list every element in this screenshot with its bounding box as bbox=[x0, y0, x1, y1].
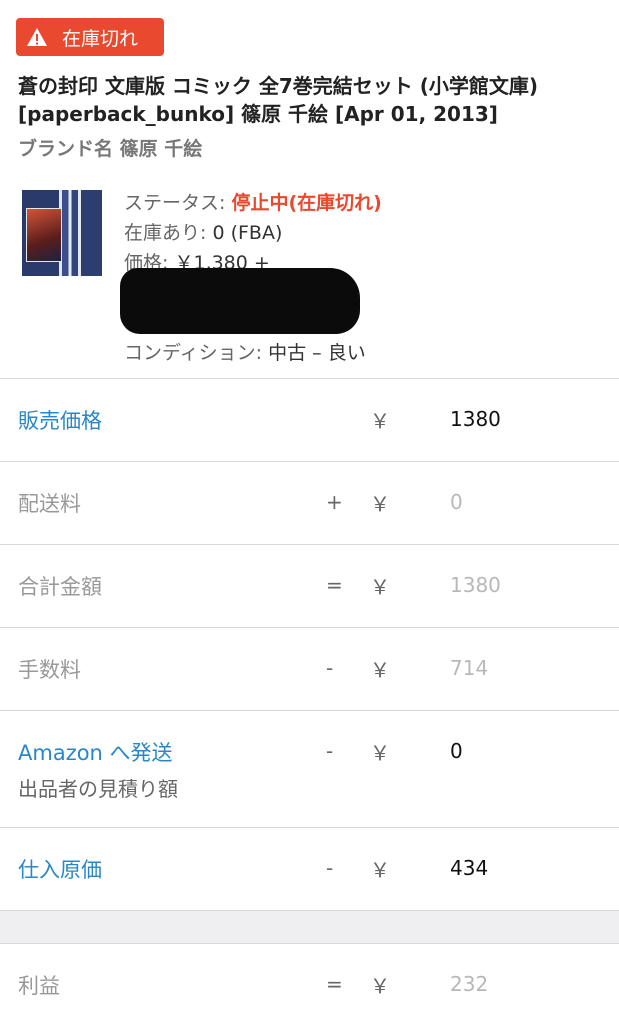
operator: = bbox=[326, 573, 343, 597]
stock-line: 在庫あり: 0 (FBA) bbox=[124, 218, 382, 248]
yen-sign: ￥ bbox=[370, 575, 390, 599]
profit-amount: 232 bbox=[450, 972, 489, 996]
yen-sign: ￥ bbox=[370, 974, 390, 998]
sale-price-amount[interactable]: 1380 bbox=[450, 407, 501, 431]
stock-value: 0 (FBA) bbox=[212, 222, 283, 244]
operator: - bbox=[326, 656, 334, 680]
row-sale-price[interactable]: 販売価格 ￥ 1380 bbox=[0, 378, 619, 461]
operator: - bbox=[326, 739, 334, 763]
condition-line: コンディション: 中古 – 良い bbox=[124, 338, 382, 368]
operator: - bbox=[326, 856, 334, 880]
yen-sign: ￥ bbox=[370, 409, 390, 433]
row-profit: 利益 = ￥ 232 bbox=[0, 943, 619, 1026]
fees-amount: 714 bbox=[450, 656, 489, 680]
yen-sign: ￥ bbox=[370, 858, 390, 882]
stock-label: 在庫あり: bbox=[124, 222, 213, 244]
product-title: 蒼の封印 文庫版 コミック 全7巻完結セット (小学館文庫) [paperbac… bbox=[18, 74, 539, 126]
operator: + bbox=[326, 490, 343, 514]
redaction-mark bbox=[120, 268, 360, 334]
status-badge: 在庫切れ bbox=[16, 18, 164, 56]
row-fees: 手数料 - ￥ 714 bbox=[0, 627, 619, 710]
profit-label: 利益 bbox=[18, 974, 60, 998]
cost-amount[interactable]: 434 bbox=[450, 856, 488, 880]
row-cost[interactable]: 仕入原価 - ￥ 434 bbox=[0, 827, 619, 910]
sale-price-label[interactable]: 販売価格 bbox=[18, 405, 102, 435]
status-label: ステータス: bbox=[124, 192, 232, 214]
product-brand: ブランド名 篠原 千絵 bbox=[18, 138, 203, 160]
section-divider bbox=[0, 910, 619, 943]
yen-sign: ￥ bbox=[370, 741, 390, 765]
operator: = bbox=[326, 972, 343, 996]
total-amount: 1380 bbox=[450, 573, 501, 597]
row-total: 合計金額 = ￥ 1380 bbox=[0, 544, 619, 627]
row-shipping[interactable]: 配送料 + ￥ 0 bbox=[0, 461, 619, 544]
product-thumbnail[interactable] bbox=[22, 190, 102, 276]
seller-estimate-label: 出品者の見積り額 bbox=[18, 777, 178, 801]
yen-sign: ￥ bbox=[370, 658, 390, 682]
ship-to-amazon-amount[interactable]: 0 bbox=[450, 739, 463, 763]
status-line: ステータス: 停止中(在庫切れ) bbox=[124, 188, 382, 218]
shipping-label: 配送料 bbox=[18, 492, 81, 516]
status-value: 停止中(在庫切れ) bbox=[231, 192, 382, 214]
fees-label: 手数料 bbox=[18, 658, 81, 682]
yen-sign: ￥ bbox=[370, 492, 390, 516]
warning-icon bbox=[26, 26, 48, 48]
cost-label[interactable]: 仕入原価 bbox=[18, 854, 102, 884]
condition-label: コンディション: bbox=[124, 342, 269, 364]
row-ship-to-amazon[interactable]: Amazon へ発送 出品者の見積り額 - ￥ 0 bbox=[0, 710, 619, 827]
condition-value: 中古 – 良い bbox=[268, 342, 366, 364]
shipping-amount[interactable]: 0 bbox=[450, 490, 463, 514]
total-label: 合計金額 bbox=[18, 575, 102, 599]
status-badge-label: 在庫切れ bbox=[62, 27, 139, 50]
profit-calculator: 販売価格 ￥ 1380 配送料 + ￥ 0 合計金額 = ￥ 1380 手数料 … bbox=[0, 378, 619, 1026]
ship-to-amazon-label[interactable]: Amazon へ発送 bbox=[18, 737, 173, 767]
cover-image bbox=[26, 208, 62, 262]
